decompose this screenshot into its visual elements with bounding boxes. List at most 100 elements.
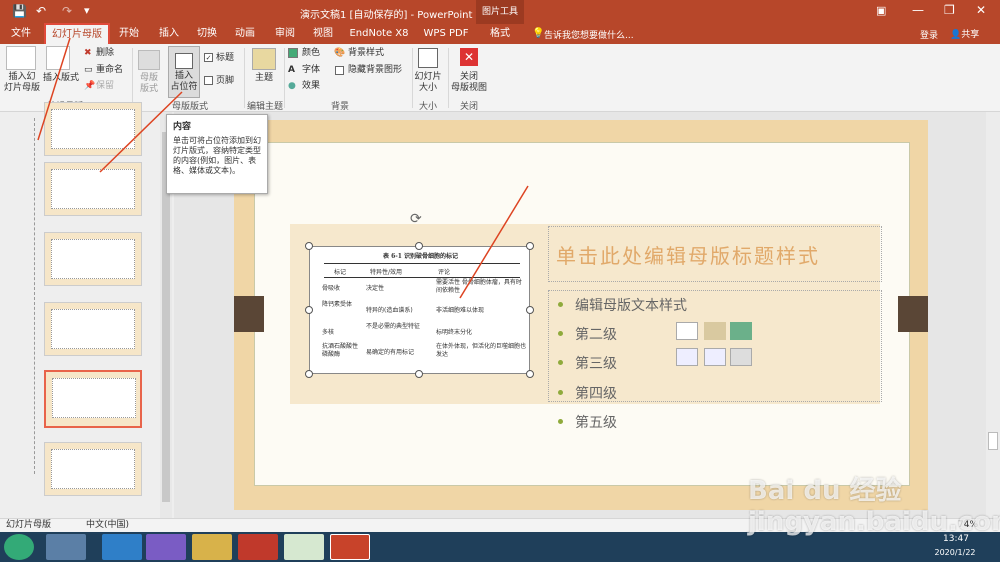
tell-me-input[interactable]: 告诉我您想要做什么... — [544, 28, 634, 41]
fonts-icon: A — [288, 65, 295, 75]
bullet-3 — [558, 360, 563, 365]
tab-view[interactable]: 视图 — [306, 24, 340, 44]
start-button[interactable] — [4, 534, 34, 560]
insert-master-icon — [6, 46, 36, 70]
resize-handle[interactable] — [526, 370, 534, 378]
preserve-button[interactable]: 保留 — [96, 81, 114, 92]
insert-video-icon[interactable] — [730, 348, 752, 366]
resize-handle[interactable] — [526, 306, 534, 314]
insert-master-button[interactable]: 插入幻 灯片母版 — [2, 72, 42, 94]
insert-online-picture-icon[interactable] — [704, 348, 726, 366]
master-title-text[interactable]: 单击此处编辑母版标题样式 — [556, 240, 820, 269]
thumbnail-3[interactable] — [44, 232, 142, 286]
taskbar-app-wps[interactable] — [284, 534, 324, 560]
customize-qat-icon[interactable]: ▾ — [84, 4, 90, 17]
cell-0-2: 需要活性 骨骨细胞体瘤，具有时间依赖性 — [436, 279, 522, 294]
tab-format[interactable]: 格式 — [480, 24, 520, 44]
group-master-layout: 母版版式 — [171, 102, 208, 112]
canvas-scrollbar[interactable] — [986, 112, 1000, 518]
rename-button[interactable]: 重命名 — [96, 65, 123, 76]
thumbnail-5-selected[interactable] — [44, 370, 142, 428]
effects-icon: ● — [288, 81, 296, 91]
share-button[interactable]: 👤共享 — [950, 27, 979, 40]
effects-button[interactable]: 效果 — [302, 81, 320, 92]
insert-picture-icon[interactable] — [676, 348, 698, 366]
bg-styles-button[interactable]: 背景样式 — [348, 48, 384, 59]
undo-icon[interactable]: ↶ — [36, 4, 46, 18]
tab-animations[interactable]: 动画 — [228, 24, 262, 44]
rotate-handle-icon[interactable]: ⟳ — [410, 211, 422, 227]
slide-size-button[interactable]: 幻灯片 大小 — [412, 72, 444, 94]
master-layout-button[interactable]: 母版 版式 — [134, 73, 164, 95]
thumbnail-2[interactable] — [44, 162, 142, 216]
insert-smartart-icon[interactable] — [730, 322, 752, 340]
taskbar-app-youdao[interactable] — [238, 534, 278, 560]
cell-3-1: 易确定的有用标记 — [366, 349, 415, 356]
resize-handle[interactable] — [415, 242, 423, 250]
clock-date[interactable]: 2020/1/22 — [930, 548, 980, 557]
delete-icon: ✖ — [84, 48, 92, 58]
footer-checkbox[interactable] — [204, 76, 213, 85]
bullet-5 — [558, 419, 563, 424]
canvas-scroll-thumb[interactable] — [988, 432, 998, 450]
taskbar-app-1[interactable] — [46, 534, 86, 560]
title-checkbox[interactable]: ✓ — [204, 53, 213, 62]
table-picture[interactable]: 表 6-1 识别破骨细胞的标记 标记 特异性/效用 评论 骨吸收 决定性 需要活… — [309, 246, 530, 374]
resize-handle[interactable] — [305, 370, 313, 378]
level-5-text: 第五级 — [575, 415, 617, 431]
delete-button[interactable]: 删除 — [96, 48, 114, 59]
minimize-button[interactable]: — — [912, 3, 924, 17]
insert-table-icon[interactable] — [676, 322, 698, 340]
insert-placeholder-button[interactable]: 插入 占位符 — [168, 46, 200, 98]
resize-handle[interactable] — [415, 370, 423, 378]
thumbnail-6[interactable] — [44, 442, 142, 496]
close-master-button[interactable]: 关闭 母版视图 — [450, 72, 488, 94]
insert-layout-button[interactable]: 插入版式 — [42, 73, 80, 84]
colors-button[interactable]: 颜色 — [302, 48, 320, 59]
tab-slide-master[interactable]: 幻灯片母版 — [44, 23, 110, 46]
ribbon-tabs: 文件 幻灯片母版 开始 插入 切换 动画 审阅 视图 EndNote X8 WP… — [0, 23, 1000, 46]
tab-transitions[interactable]: 切换 — [190, 24, 224, 44]
placeholder-icon — [175, 53, 193, 69]
cell-3-2: 在体外体现，但活化的巨噬细胞也发达 — [436, 343, 527, 358]
themes-button[interactable]: 主题 — [250, 73, 278, 84]
taskbar-app-powerpoint[interactable] — [330, 534, 370, 560]
level-4-text: 第四级 — [575, 386, 617, 402]
login-link[interactable]: 登录 — [920, 28, 938, 41]
cell-1-0: 降钙素受体 — [322, 301, 353, 308]
thumbnail-4[interactable] — [44, 302, 142, 356]
close-master-icon: ✕ — [460, 48, 478, 66]
tab-insert[interactable]: 插入 — [152, 24, 186, 44]
ribbon-options-icon[interactable]: ▣ — [876, 4, 886, 17]
taskbar-app-sogou[interactable] — [102, 534, 142, 560]
resize-handle[interactable] — [305, 306, 313, 314]
title-checkbox-label: 标题 — [216, 53, 235, 63]
resize-handle[interactable] — [305, 242, 313, 250]
cell-2-1: 不是必需的典型特征 — [366, 323, 421, 330]
language-label[interactable]: 中文(中国) — [86, 519, 129, 532]
master-layout-icon — [138, 50, 160, 70]
tab-endnote[interactable]: EndNote X8 — [346, 24, 412, 44]
close-button[interactable]: ✕ — [976, 3, 986, 17]
bullet-2 — [558, 331, 563, 336]
fonts-button[interactable]: 字体 — [302, 65, 320, 76]
insert-chart-icon[interactable] — [704, 322, 726, 340]
redo-icon[interactable]: ↷ — [62, 4, 72, 18]
resize-handle[interactable] — [526, 242, 534, 250]
taskbar-app-explorer[interactable] — [192, 534, 232, 560]
hide-bg-checkbox[interactable] — [335, 66, 344, 75]
preserve-icon: 📌 — [84, 81, 96, 91]
tab-home[interactable]: 开始 — [112, 24, 146, 44]
taskbar-app-chrome[interactable] — [146, 534, 186, 560]
tab-wps-pdf[interactable]: WPS PDF — [418, 24, 474, 44]
thumbnail-1[interactable] — [44, 102, 142, 156]
restore-button[interactable]: ❐ — [944, 3, 955, 17]
tab-review[interactable]: 审阅 — [268, 24, 302, 44]
title-bar: 💾 ↶ ↷ ▾ 演示文稿1 [自动保存的] - PowerPoint 图片工具 … — [0, 0, 1000, 24]
group-background: 背景 — [330, 102, 349, 112]
tab-file[interactable]: 文件 — [4, 24, 38, 44]
cell-2-0: 多核 — [322, 329, 335, 336]
bullet-4 — [558, 390, 563, 395]
table-header-3: 评论 — [438, 269, 451, 276]
save-icon[interactable]: 💾 — [12, 4, 27, 18]
